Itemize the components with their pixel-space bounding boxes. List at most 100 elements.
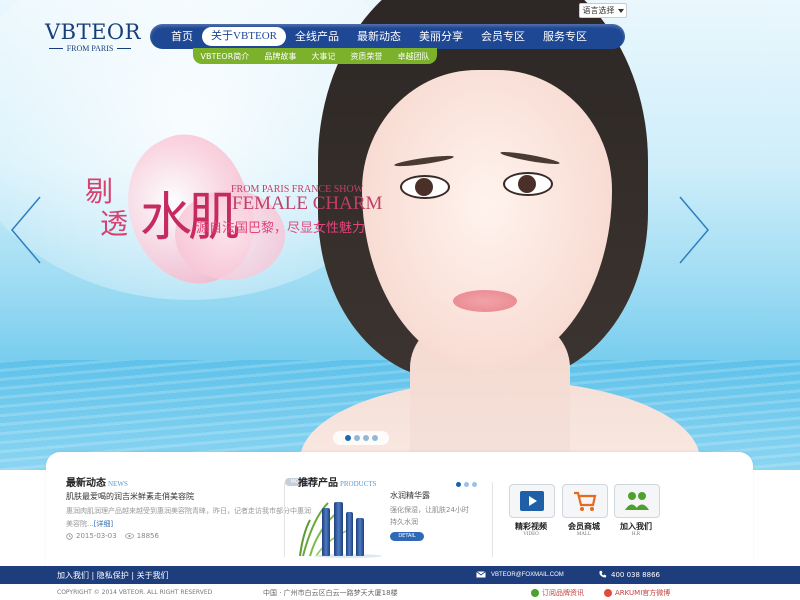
logo-text: VBTEOR [45, 20, 141, 44]
product-description: 强化保湿，让肌肤24小时 持久水润 [390, 504, 480, 528]
product-bottle-3 [346, 512, 353, 556]
hero-banner: 剔 透 水肌 FROM PARIS FRANCE SHOW FEMALE CHA… [0, 0, 800, 470]
subnav-intro[interactable]: VBTEOR简介 [201, 51, 250, 62]
carousel-dot-3[interactable] [472, 482, 477, 487]
news-date-group: 2015-03-03 [66, 532, 117, 540]
news-title-row: 最新动态 NEWS [66, 474, 311, 489]
footer-link-about[interactable]: 关于我们 [137, 571, 169, 580]
nav-item-products[interactable]: 全线产品 [286, 27, 348, 46]
model-eye-left [400, 175, 450, 199]
service-video-en: VIDEO [523, 532, 539, 537]
footer-bottom: COPYRIGHT © 2014 VBTEOR. ALL RIGHT RESER… [0, 584, 800, 600]
footer-weibo-text: ARKUMI官方微博 [615, 589, 671, 597]
slide-dot-2[interactable] [353, 435, 360, 441]
eye-icon [124, 533, 134, 539]
products-section: 推荐产品 PRODUCTS 水润精华露 强化保湿，让肌肤24小时 持久水润 DE… [298, 474, 488, 564]
language-select[interactable]: 语言选择 [579, 3, 627, 18]
service-hr-label: 加入我们 [620, 522, 652, 531]
subnav-honors[interactable]: 资质荣誉 [350, 51, 382, 62]
main-nav: 首页 关于VBTEOR 全线产品 最新动态 美丽分享 会员专区 服务专区 [150, 24, 625, 49]
slogan-char-2: 透 [100, 207, 129, 240]
footer-email-text: VBTEOR@FOXMAIL.COM [491, 571, 564, 578]
footer-bar: 加入我们 | 隐私保护 | 关于我们 VBTEOR@FOXMAIL.COM 40… [0, 566, 800, 584]
footer-link-privacy[interactable]: 隐私保护 [97, 571, 129, 580]
language-label: 语言选择 [582, 6, 615, 15]
product-image[interactable] [298, 498, 383, 558]
footer-link-join[interactable]: 加入我们 [57, 571, 89, 580]
footer-subscribe[interactable]: 订阅品牌资讯 [531, 588, 584, 598]
nav-item-home[interactable]: 首页 [162, 27, 202, 46]
subscribe-icon [531, 589, 539, 597]
chevron-right-icon [679, 196, 709, 264]
mail-icon [476, 571, 486, 578]
footer-links: 加入我们 | 隐私保护 | 关于我们 [57, 570, 169, 581]
chevron-left-icon [11, 196, 41, 264]
subnav-milestones[interactable]: 大事记 [311, 51, 335, 62]
service-mall-en: MALL [576, 532, 592, 537]
logo-subtext-row: FROM PARIS [45, 44, 135, 53]
banner-prev-arrow[interactable] [8, 195, 42, 265]
sub-nav: VBTEOR简介 品牌故事 大事记 资质荣誉 卓越团队 [193, 48, 437, 64]
product-desc-line-1: 强化保湿，让肌肤24小时 [390, 506, 469, 514]
model-eye-right [503, 172, 553, 196]
service-hr[interactable]: 加入我们 H.R [614, 484, 660, 537]
nav-item-service[interactable]: 服务专区 [534, 27, 596, 46]
carousel-dot-1[interactable] [456, 482, 461, 487]
slide-dot-4[interactable] [371, 435, 378, 441]
products-title-en: PRODUCTS [340, 480, 377, 488]
nav-item-beauty-share[interactable]: 美丽分享 [410, 27, 472, 46]
service-mall[interactable]: 会员商城 MALL [562, 484, 608, 537]
product-name[interactable]: 水润精华露 [390, 490, 430, 501]
news-detail-link[interactable]: [详细] [94, 520, 113, 528]
footer-weibo[interactable]: ARKUMI官方微博 [604, 588, 670, 598]
slogan-big: 水肌 [140, 188, 240, 248]
clock-icon [66, 532, 73, 540]
content-panel: 最新动态 NEWS MORE 肌肤最爱喝的润吉米鲜素走俏美容院 惠润肉肌润理产品… [46, 452, 753, 566]
subnav-team[interactable]: 卓越团队 [397, 51, 429, 62]
service-video[interactable]: 精彩视频 VIDEO [509, 484, 555, 537]
banner-next-arrow[interactable] [678, 195, 712, 265]
model-lips [453, 290, 517, 312]
carousel-dot-2[interactable] [464, 482, 469, 487]
footer-phone: 400 038 8866 [598, 570, 660, 579]
nav-item-news[interactable]: 最新动态 [348, 27, 410, 46]
nav-item-about[interactable]: 关于VBTEOR [202, 27, 286, 46]
slogan-english-large: FEMALE CHARM [232, 193, 383, 214]
slide-dot-3[interactable] [362, 435, 369, 441]
slide-indicator [333, 431, 389, 445]
product-bottle-4 [356, 518, 364, 556]
video-icon [509, 484, 555, 518]
footer-address: 中国 · 广州市白云区白云一路梦天大厦18楼 [263, 589, 398, 597]
service-video-label: 精彩视频 [515, 522, 547, 531]
footer-email[interactable]: VBTEOR@FOXMAIL.COM [476, 571, 564, 578]
brand-logo[interactable]: VBTEOR FROM PARIS [45, 20, 141, 53]
news-date: 2015-03-03 [76, 532, 117, 540]
product-desc-line-2: 持久水润 [390, 518, 418, 526]
nav-item-members[interactable]: 会员专区 [472, 27, 534, 46]
weibo-icon [604, 589, 612, 597]
news-title: 最新动态 [66, 478, 106, 489]
products-carousel-dots [456, 482, 477, 487]
service-hr-en: H.R [631, 532, 641, 537]
phone-icon [599, 570, 607, 578]
footer-subscribe-text: 订阅品牌资讯 [542, 589, 584, 597]
news-views-group: 18856 [124, 532, 159, 540]
slide-dot-1[interactable] [344, 435, 351, 441]
logo-subtext: FROM PARIS [66, 44, 114, 53]
cart-icon [562, 484, 608, 518]
products-title: 推荐产品 [298, 478, 338, 489]
news-section: 最新动态 NEWS MORE 肌肤最爱喝的润吉米鲜素走俏美容院 惠润肉肌润理产品… [66, 474, 311, 540]
footer-copyright: COPYRIGHT © 2014 VBTEOR. ALL RIGHT RESER… [57, 589, 213, 596]
news-headline[interactable]: 肌肤最爱喝的润吉米鲜素走俏美容院 [66, 491, 311, 502]
product-bottle-2 [334, 502, 343, 556]
chevron-down-icon [617, 8, 624, 13]
footer-phone-text: 400 038 8866 [611, 570, 660, 579]
divider [284, 482, 285, 557]
product-detail-button[interactable]: DETAIL [390, 532, 424, 541]
people-icon [614, 484, 660, 518]
news-views: 18856 [136, 532, 159, 540]
news-title-en: NEWS [108, 480, 128, 488]
subnav-brand-story[interactable]: 品牌故事 [264, 51, 296, 62]
divider [492, 482, 493, 557]
news-meta: 2015-03-03 18856 [66, 532, 311, 540]
